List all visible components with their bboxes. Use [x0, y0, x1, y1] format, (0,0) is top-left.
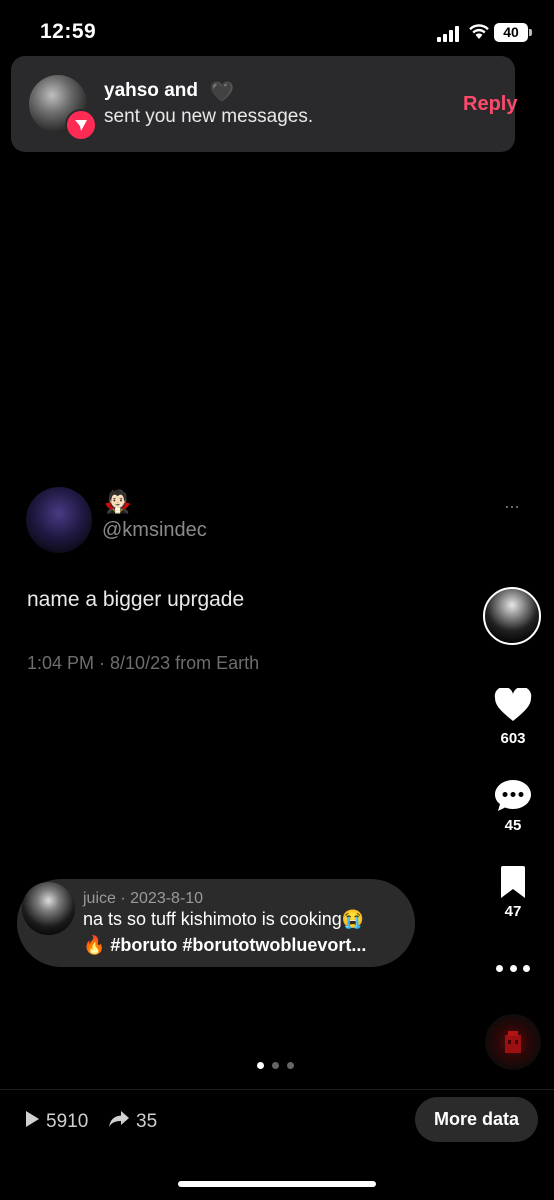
save-count: 47 — [504, 903, 522, 920]
play-icon — [24, 1110, 40, 1134]
like-count: 603 — [500, 730, 526, 747]
bookmark-icon[interactable] — [493, 865, 533, 899]
music-disc-icon[interactable] — [485, 1014, 541, 1070]
page-dot — [272, 1062, 279, 1069]
comment-count: 45 — [504, 817, 522, 834]
bottom-divider — [0, 1089, 554, 1090]
carousel-page-indicator — [257, 1062, 294, 1069]
creator-avatar[interactable] — [483, 587, 541, 645]
tweet-timestamp: 1:04 PM · 8/10/23 from Earth — [27, 653, 260, 673]
like-heart-icon[interactable] — [493, 688, 533, 722]
share-count-value: 35 — [136, 1111, 158, 1132]
page-dot — [257, 1062, 264, 1069]
notification-subtitle: sent you new messages. — [104, 106, 314, 127]
black-heart-emoji: 🖤 — [210, 82, 234, 103]
play-count-value: 5910 — [46, 1111, 89, 1132]
page-dot — [287, 1062, 294, 1069]
share-arrow-icon — [108, 1110, 130, 1134]
direct-message-badge-icon — [65, 109, 97, 141]
tweet-author-avatar[interactable] — [26, 487, 92, 553]
battery-icon: 40 — [494, 23, 528, 42]
more-options-icon[interactable] — [496, 958, 530, 978]
comment-text-line-1: na ts so tuff kishimoto is cooking😭 — [83, 909, 365, 929]
signal-icon — [437, 26, 463, 42]
play-count: 5910 — [24, 1110, 88, 1134]
reply-button[interactable]: Reply — [463, 93, 517, 116]
tweet-author-emoji: 🧛🏻 — [104, 489, 132, 514]
wifi-icon — [468, 22, 490, 42]
status-time: 12:59 — [40, 20, 97, 43]
more-data-button[interactable]: More data — [415, 1097, 538, 1142]
comment-icon[interactable] — [493, 778, 533, 814]
notification-title: yahso and — [104, 80, 198, 101]
tweet-author-handle[interactable]: @kmsindec — [102, 519, 207, 542]
tweet-text: name a bigger uprgade — [27, 588, 245, 611]
battery-tip — [529, 29, 532, 36]
home-indicator[interactable] — [178, 1181, 376, 1187]
share-count[interactable]: 35 — [108, 1110, 157, 1134]
comment-author-avatar — [22, 882, 75, 935]
comment-text-line-2: 🔥 #boruto #borutotwobluevort... — [83, 935, 367, 955]
comment-author: juice · 2023-8-10 — [83, 890, 204, 907]
tweet-more-icon[interactable]: ··· — [504, 496, 520, 517]
